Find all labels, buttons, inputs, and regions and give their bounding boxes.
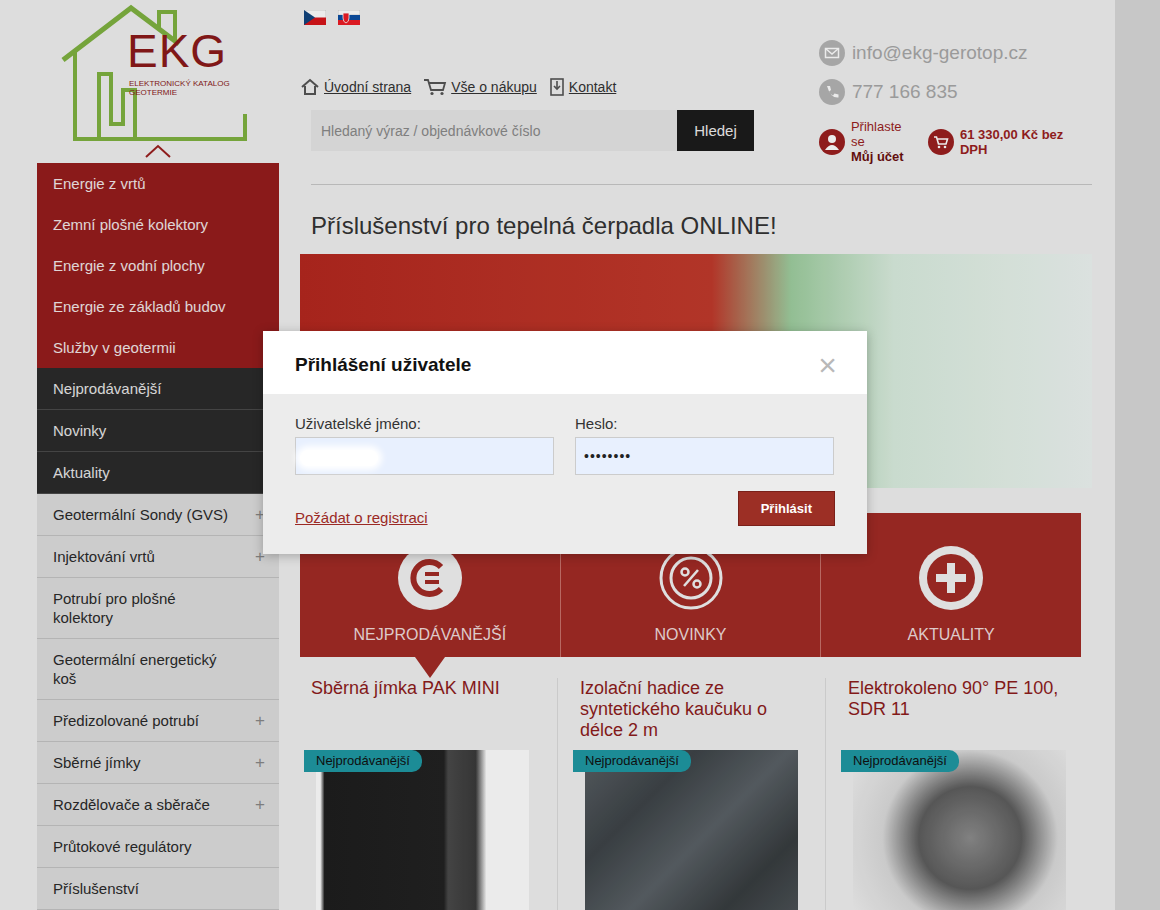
dialog-title: Přihlášení uživatele [295, 353, 471, 377]
username-input[interactable] [295, 437, 554, 475]
login-field: Heslo: •••••••• [575, 414, 834, 475]
register-link[interactable]: Požádat o registraci [295, 509, 428, 526]
dialog-body: Uživatelské jméno: Heslo: •••••••• Požádat … [263, 394, 867, 554]
redaction [300, 450, 378, 466]
field-label: Heslo: [575, 414, 834, 433]
field-value: •••••••• [584, 448, 631, 464]
password-input[interactable]: •••••••• [575, 437, 834, 475]
login-dialog: Přihlášení uživatele × Uživatelské jméno: H… [263, 331, 867, 554]
login-field: Uživatelské jméno: [295, 414, 554, 475]
dialog-actions: Požádat o registraci Přihlásit [295, 491, 835, 526]
close-button[interactable]: × [818, 353, 837, 377]
dialog-header: Přihlášení uživatele × [263, 331, 867, 394]
login-fields: Uživatelské jméno: Heslo: •••••••• [295, 414, 835, 475]
field-label: Uživatelské jméno: [295, 414, 554, 433]
login-button[interactable]: Přihlásit [738, 491, 835, 526]
